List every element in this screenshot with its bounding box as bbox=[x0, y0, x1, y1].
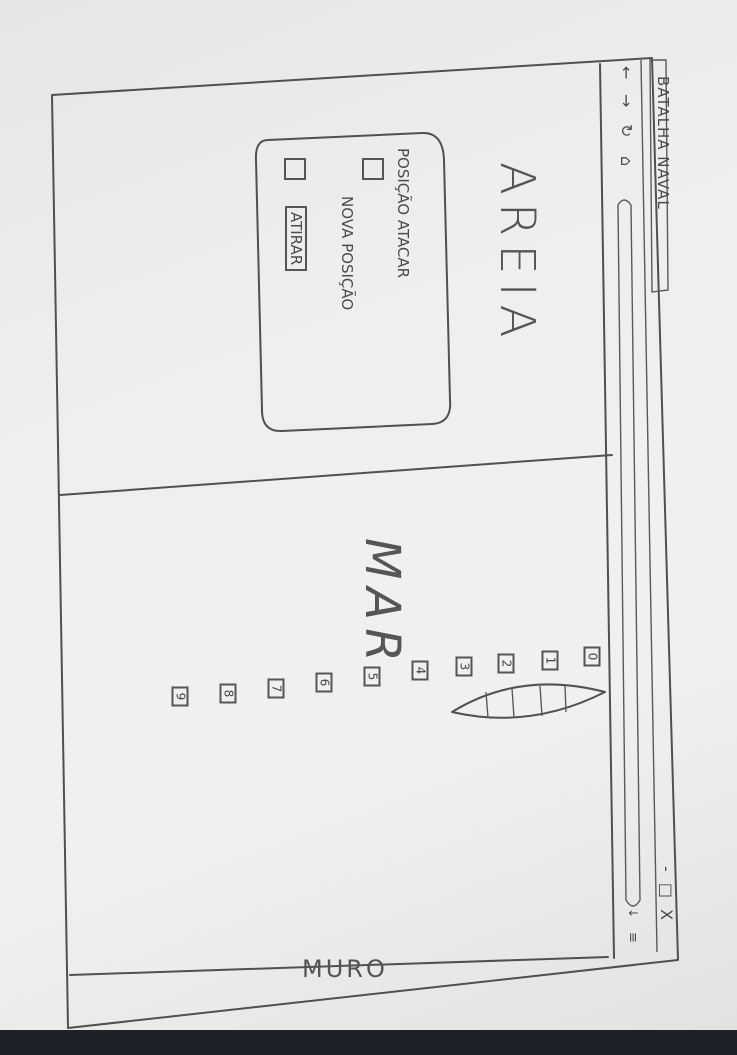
scroll-arrow-icon[interactable]: ↓ bbox=[626, 908, 640, 918]
home-icon[interactable]: ⌂ bbox=[617, 156, 636, 166]
minimize-button[interactable]: - bbox=[657, 866, 676, 875]
fire-button[interactable]: ATIRAR bbox=[285, 206, 307, 272]
grid-cell[interactable]: 4 bbox=[411, 660, 429, 681]
grid-cell[interactable]: 1 bbox=[541, 650, 559, 671]
maximize-button[interactable]: □ bbox=[657, 883, 676, 901]
mar-title: MAR bbox=[354, 538, 410, 670]
refresh-icon[interactable]: ↻ bbox=[617, 124, 636, 137]
close-button[interactable]: X bbox=[657, 909, 676, 923]
areia-title: AREIA bbox=[489, 162, 545, 346]
areia-mar-divider bbox=[59, 454, 613, 496]
option-attack-position-label: POSIÇÃO ATACAR bbox=[394, 148, 412, 279]
grid-cell[interactable]: 7 bbox=[267, 678, 285, 699]
ship-icon bbox=[451, 683, 606, 719]
forward-arrow-icon[interactable]: → bbox=[617, 94, 636, 107]
grid-cell[interactable]: 0 bbox=[583, 646, 601, 667]
paper-sketch: BATALHA NAVAL ← → ↻ ⌂ - □ X ↓ ≡ AREIA PO… bbox=[0, 0, 737, 1030]
grid-cell[interactable]: 6 bbox=[315, 672, 333, 693]
nav-toolbar: ← → ↻ ⌂ bbox=[612, 64, 636, 194]
address-bar bbox=[617, 199, 641, 907]
attack-position-checkbox[interactable] bbox=[362, 158, 384, 180]
option-new-position-label: NOVA POSIÇÃO bbox=[338, 196, 356, 311]
titlebar-divider bbox=[599, 63, 615, 959]
grid-cell[interactable]: 2 bbox=[497, 653, 515, 674]
grid-cell[interactable]: 5 bbox=[363, 666, 381, 687]
grid-cell[interactable]: 8 bbox=[219, 683, 237, 704]
window-controls: - □ X bbox=[657, 866, 676, 923]
back-arrow-icon[interactable]: ← bbox=[617, 66, 636, 79]
muro-label: MURO bbox=[302, 955, 388, 983]
grid-cell[interactable]: 9 bbox=[171, 686, 189, 707]
window-title: BATALHA NAVAL bbox=[654, 76, 672, 210]
new-position-checkbox[interactable] bbox=[284, 158, 306, 180]
grid-cell[interactable]: 3 bbox=[455, 656, 473, 677]
menu-icon[interactable]: ≡ bbox=[625, 932, 640, 943]
